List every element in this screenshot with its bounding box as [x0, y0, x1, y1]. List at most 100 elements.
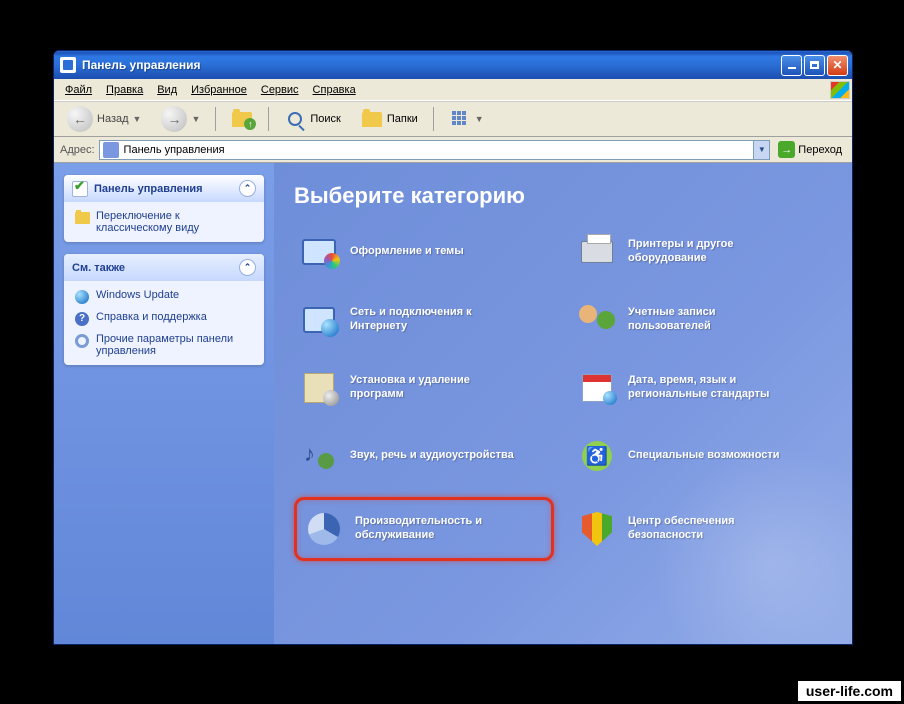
window-title: Панель управления [82, 58, 775, 72]
sound-icon [298, 435, 340, 477]
category-appearance[interactable]: Оформление и темы [294, 225, 554, 279]
search-label: Поиск [310, 113, 340, 125]
printer-icon [576, 231, 618, 273]
globe-icon [74, 289, 90, 305]
help-icon: ? [74, 311, 90, 327]
views-icon [449, 108, 471, 130]
checkmark-icon [72, 181, 88, 197]
install-icon [298, 367, 340, 409]
category-label: Специальные возможности [628, 449, 780, 463]
address-input[interactable] [122, 143, 754, 157]
folders-icon [361, 108, 383, 130]
link-text: Windows Update [96, 289, 179, 301]
category-sound[interactable]: Звук, речь и аудиоустройства [294, 429, 554, 483]
category-label: Принтеры и другое оборудование [628, 238, 798, 266]
accessibility-icon: ♿ [576, 435, 618, 477]
category-accessibility[interactable]: ♿ Специальные возможности [572, 429, 832, 483]
panel-title: См. также [72, 262, 125, 274]
link-text: Переключение к классическому виду [96, 210, 254, 234]
menu-favorites[interactable]: Избранное [184, 82, 254, 98]
category-date-time[interactable]: Дата, время, язык и региональные стандар… [572, 361, 832, 415]
gear-icon [74, 333, 90, 349]
network-icon [298, 299, 340, 341]
go-button[interactable]: → Переход [774, 140, 846, 159]
menu-tools[interactable]: Сервис [254, 82, 306, 98]
page-heading: Выберите категорию [294, 183, 832, 209]
shield-icon [576, 508, 618, 550]
panel-see-also: См. также ⌃ Windows Update ? Справка и п… [64, 254, 264, 365]
folder-icon [74, 210, 90, 226]
link-text: Справка и поддержка [96, 311, 207, 323]
category-grid: Оформление и темы Принтеры и другое обор… [294, 225, 832, 561]
back-icon: ← [67, 106, 93, 132]
up-button[interactable] [224, 104, 260, 134]
windows-logo-icon [830, 81, 850, 99]
control-panel-icon [103, 142, 119, 158]
collapse-button[interactable]: ⌃ [239, 259, 256, 276]
panel-header[interactable]: Панель управления ⌃ [64, 175, 264, 202]
panel-control-panel: Панель управления ⌃ Переключение к класс… [64, 175, 264, 242]
menu-help[interactable]: Справка [306, 82, 363, 98]
category-label: Учетные записи пользователей [628, 306, 798, 334]
category-network[interactable]: Сеть и подключения к Интернету [294, 293, 554, 347]
address-label: Адрес: [60, 144, 95, 156]
chevron-down-icon: ▼ [191, 114, 200, 124]
windows-update-link[interactable]: Windows Update [74, 289, 254, 305]
workspace: Панель управления ⌃ Переключение к класс… [54, 163, 852, 644]
control-panel-window: Панель управления ✕ Файл Правка Вид Избр… [53, 50, 853, 645]
panel-title: Панель управления [94, 183, 203, 195]
category-security[interactable]: Центр обеспечения безопасности [572, 497, 832, 561]
help-support-link[interactable]: ? Справка и поддержка [74, 311, 254, 327]
go-arrow-icon: → [778, 141, 795, 158]
menu-file[interactable]: Файл [58, 82, 99, 98]
back-label: Назад [97, 113, 129, 125]
category-performance[interactable]: Производительность и обслуживание [294, 497, 554, 561]
category-label: Оформление и темы [350, 245, 464, 259]
title-bar[interactable]: Панель управления ✕ [54, 51, 852, 79]
switch-classic-view-link[interactable]: Переключение к классическому виду [74, 210, 254, 234]
category-label: Установка и удаление программ [350, 374, 520, 402]
search-button[interactable]: Поиск [277, 104, 347, 134]
close-button[interactable]: ✕ [827, 55, 848, 76]
toolbar: ← Назад ▼ → ▼ Поиск Папки [54, 101, 852, 137]
forward-button: → ▼ [154, 102, 207, 136]
watermark: user-life.com [797, 680, 902, 702]
other-options-link[interactable]: Прочие параметры панели управления [74, 333, 254, 357]
folders-label: Папки [387, 113, 418, 125]
users-icon [576, 299, 618, 341]
category-printers[interactable]: Принтеры и другое оборудование [572, 225, 832, 279]
task-pane: Панель управления ⌃ Переключение к класс… [54, 163, 274, 644]
datetime-icon [576, 367, 618, 409]
toolbar-separator [433, 107, 434, 131]
appearance-icon [298, 231, 340, 273]
search-icon [284, 108, 306, 130]
minimize-button[interactable] [781, 55, 802, 76]
go-label: Переход [798, 144, 842, 156]
menu-edit[interactable]: Правка [99, 82, 150, 98]
views-button[interactable]: ▼ [442, 104, 491, 134]
back-button: ← Назад ▼ [60, 102, 148, 136]
menu-view[interactable]: Вид [150, 82, 184, 98]
folders-button[interactable]: Папки [354, 104, 425, 134]
chevron-down-icon: ▼ [475, 114, 484, 124]
category-add-remove[interactable]: Установка и удаление программ [294, 361, 554, 415]
folder-up-icon [231, 108, 253, 130]
window-icon [60, 57, 76, 73]
address-dropdown-button[interactable]: ▼ [753, 141, 769, 159]
category-label: Центр обеспечения безопасности [628, 515, 798, 543]
link-text: Прочие параметры панели управления [96, 333, 254, 357]
category-users[interactable]: Учетные записи пользователей [572, 293, 832, 347]
address-combo[interactable]: ▼ [99, 140, 771, 160]
category-label: Звук, речь и аудиоустройства [350, 449, 514, 463]
maximize-button[interactable] [804, 55, 825, 76]
category-label: Дата, время, язык и региональные стандар… [628, 374, 798, 402]
address-bar: Адрес: ▼ → Переход [54, 137, 852, 163]
panel-header[interactable]: См. также ⌃ [64, 254, 264, 281]
performance-icon [303, 508, 345, 550]
toolbar-separator [268, 107, 269, 131]
category-label: Сеть и подключения к Интернету [350, 306, 520, 334]
forward-icon: → [161, 106, 187, 132]
collapse-button[interactable]: ⌃ [239, 180, 256, 197]
menu-bar: Файл Правка Вид Избранное Сервис Справка [54, 79, 852, 101]
category-label: Производительность и обслуживание [355, 515, 525, 543]
